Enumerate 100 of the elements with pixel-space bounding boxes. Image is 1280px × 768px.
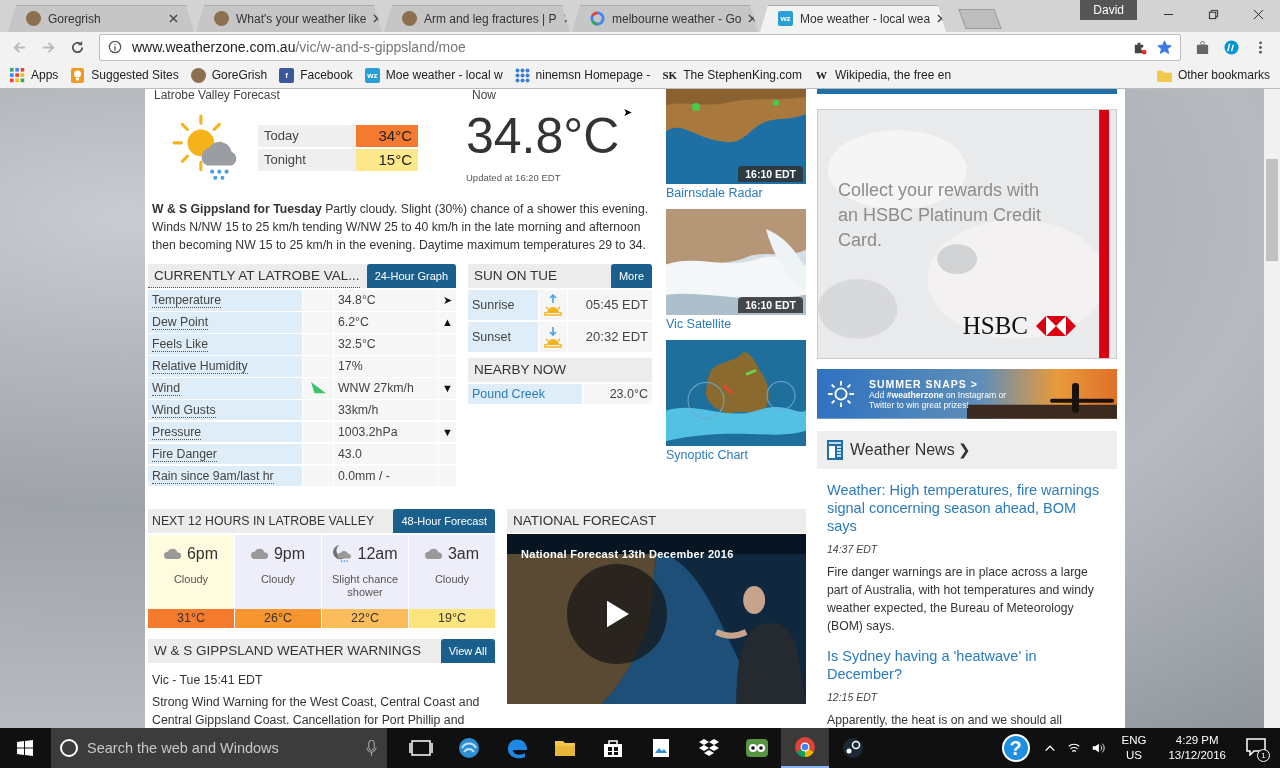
hour-label: 3am (447, 544, 480, 563)
news-headline-link[interactable]: Weather: High temperatures, fire warnings signal concerning season ahead, BOM says (827, 480, 1107, 535)
temperature-value: 15°C (356, 148, 418, 171)
map-link[interactable]: Vic Satellite (666, 316, 806, 331)
globe-icon (457, 736, 481, 760)
browser-tab[interactable]: melbourne weather - Go (572, 4, 758, 32)
network-icon[interactable] (1066, 741, 1081, 755)
sunset-icon (543, 325, 563, 348)
round-icon (214, 11, 229, 27)
close-icon[interactable] (169, 14, 178, 24)
tile-icon: f (279, 67, 295, 83)
bookmark-item[interactable]: Apps (10, 67, 59, 83)
browser-tab[interactable]: wz Moe weather - local wea (760, 4, 946, 32)
notifications-button[interactable]: 1 (1246, 738, 1266, 758)
language-indicator[interactable]: ENG US (1121, 733, 1147, 763)
current-temperature: 34.8°C (466, 106, 620, 166)
map-link[interactable]: Synoptic Chart (666, 447, 806, 462)
address-bar[interactable]: www.weatherzone.com.au/vic/w-and-s-gippsland/moe (99, 33, 1181, 61)
extension-icon[interactable] (1195, 39, 1210, 55)
hour-label: 12am (357, 544, 398, 563)
star-icon[interactable] (1157, 39, 1172, 55)
volume-icon[interactable] (1090, 741, 1105, 755)
microphone-icon[interactable] (366, 739, 377, 757)
scrollbar-thumb[interactable] (1266, 158, 1278, 261)
forecast-summary: W & S Gippsland for Tuesday Partly cloudy. Slight (30%) chance of a shower this evening. Winds N/NW 15 to 25 km/h tending W/NW 25 to 40 km/h in the late morning and afternoon then becoming NW 15 to 25 km/h in the evening. Daytime maximum temperatures 29 to 34. (152, 200, 650, 254)
browser-tab[interactable]: Arm and leg fractures | P (384, 4, 570, 32)
condition-text: Cloudy (259, 572, 297, 586)
panel-title: NEARBY NOW (473, 360, 566, 379)
bookmark-item[interactable]: SK The StephenKing.com (662, 67, 803, 83)
message-icon (1246, 738, 1266, 756)
news-headline-link[interactable]: Is Sydney having a 'heatwave' in December? (827, 646, 1107, 683)
table-cell: Sunset (468, 321, 539, 352)
bookmark-item[interactable]: Suggested Sites (70, 67, 179, 83)
wind-direction-arrow: ➤ (623, 105, 633, 119)
panel-title: NATIONAL FORECAST (512, 511, 657, 530)
map-link[interactable]: Bairnsdale Radar (666, 185, 806, 200)
close-icon[interactable] (1253, 9, 1264, 20)
sunrise-icon (543, 293, 563, 316)
table-cell: Sunrise (468, 289, 539, 320)
clock[interactable]: 4:29 PM 13/12/2016 (1168, 733, 1226, 763)
windows-logo-icon[interactable] (17, 740, 33, 756)
period-label: Tonight (258, 148, 356, 171)
more-button[interactable]: More (610, 263, 652, 288)
section-heading: Now (471, 88, 497, 102)
table-cell: 0.0mm / - (333, 465, 439, 487)
trend-arrow: ➤ (443, 293, 452, 307)
condition-text: Cloudy (433, 572, 471, 586)
panel-title: SUN ON TUE (473, 266, 557, 285)
restore-icon[interactable] (1208, 9, 1219, 20)
browser-tab[interactable]: Goregrish (8, 4, 194, 32)
bulb-icon (70, 67, 86, 83)
ring-icon (590, 11, 605, 27)
moon-cloud-icon (332, 544, 353, 563)
section-heading[interactable]: Latrobe Valley Forecast (148, 88, 460, 102)
region-code: US (1126, 748, 1142, 763)
warning-time: Vic - Tue 15:41 EDT (152, 671, 264, 689)
bookmark-item[interactable]: ninemsn Homepage - (514, 67, 651, 83)
dots-icon (514, 67, 530, 83)
search-field[interactable]: Search the web and Windows (51, 728, 387, 768)
bookmark-item[interactable]: W Wikipedia, the free en (814, 67, 952, 83)
table-cell: Rain since 9am/last hr (148, 465, 303, 487)
place-link[interactable]: Pound Creek (468, 383, 582, 404)
bookmark-item[interactable]: f Facebook (279, 67, 353, 83)
trend-arrow: ▼ (442, 426, 453, 439)
table-cell: Pressure (148, 421, 303, 443)
advertisement[interactable]: Collect your rewards with an HSBC Platinum Credit Card. HSBC (817, 108, 1117, 360)
promo-title: SUMMER SNAPS > (869, 378, 979, 391)
section-title: Weather News (850, 441, 955, 459)
panel-title[interactable]: CURRENTLY AT LATROBE VAL... (148, 263, 360, 288)
bookmark-folder[interactable]: Other bookmarks (1156, 67, 1270, 83)
view-all-button[interactable]: View All (440, 638, 495, 663)
table-cell: 23.0°C (584, 383, 652, 404)
date-text: 13/12/2016 (1168, 748, 1226, 763)
profile-button[interactable]: David (1080, 0, 1137, 20)
newspaper-icon (827, 440, 843, 460)
browser-tab[interactable]: What's your weather like (196, 4, 382, 32)
hp-extension-icon[interactable] (1224, 39, 1239, 55)
trend-arrow: ▼ (442, 382, 453, 395)
news-header[interactable]: Weather News ❯ (817, 431, 1117, 469)
table-cell: Relative Humidity (148, 355, 303, 377)
notification-count: 1 (1257, 749, 1270, 762)
owl-icon (745, 736, 769, 760)
promo-banner[interactable]: SUMMER SNAPS > Add #weatherzone on Instagram or Twitter to win great prizes! (817, 369, 1117, 420)
table-cell: Fire Danger (148, 443, 303, 465)
table-cell: 17% (333, 355, 439, 377)
bookmark-item[interactable]: wz Moe weather - local w (364, 67, 503, 83)
graph-button[interactable]: 24-Hour Graph (366, 263, 456, 288)
condition-text: Cloudy (172, 572, 210, 586)
period-label: Today (258, 124, 356, 147)
table-cell: 33km/h (333, 399, 439, 421)
forecast-button[interactable]: 48-Hour Forecast (393, 508, 495, 533)
promo-text: Add #weatherzone on Instagram or Twitter to win great prizes! (869, 390, 1008, 411)
letter-icon: W (814, 67, 830, 83)
reload-icon[interactable] (70, 39, 85, 55)
table-cell: Dew Point (148, 311, 303, 333)
play-icon (607, 599, 629, 628)
bookmark-item[interactable]: GoreGrish (190, 67, 268, 83)
taskbar-app[interactable] (781, 728, 829, 768)
info-icon[interactable] (108, 40, 122, 55)
hour-label: 9pm (273, 544, 306, 563)
